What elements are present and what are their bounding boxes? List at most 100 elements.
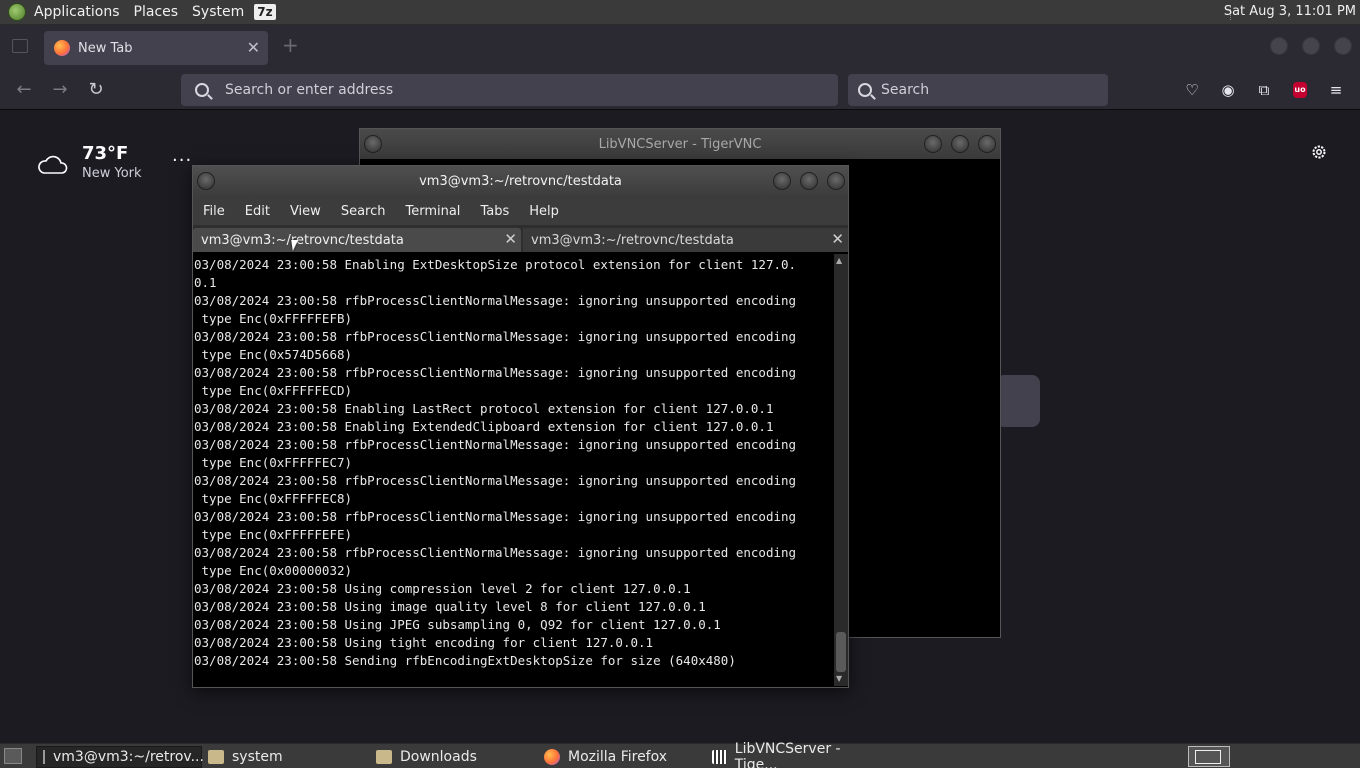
scroll-up-icon[interactable]: ▲ xyxy=(836,256,842,265)
terminal-line: 03/08/2024 23:00:58 Enabling ExtDesktopS… xyxy=(194,257,797,272)
top-site-tile[interactable] xyxy=(996,375,1040,427)
close-window-button[interactable] xyxy=(978,135,996,153)
firefox-icon xyxy=(544,749,560,765)
scroll-down-icon[interactable]: ▼ xyxy=(836,674,842,683)
weather-menu-button[interactable]: ··· xyxy=(172,150,192,171)
close-icon[interactable]: ✕ xyxy=(504,230,517,248)
terminal-icon xyxy=(43,750,45,764)
firefox-view-icon[interactable] xyxy=(12,39,28,53)
weather-temperature: 73°F xyxy=(82,143,129,164)
extensions-icon[interactable]: ⧉ xyxy=(1254,80,1274,100)
folder-icon xyxy=(376,750,392,764)
firefox-nav-bar: ← → ↻ Search or enter address Search ♡ ◉… xyxy=(0,70,1360,110)
cloud-icon xyxy=(38,155,68,174)
terminal-line: 03/08/2024 23:00:58 Enabling LastRect pr… xyxy=(194,401,774,416)
account-icon[interactable]: ◉ xyxy=(1218,80,1238,100)
url-bar[interactable]: Search or enter address xyxy=(181,74,838,106)
terminal-line: 03/08/2024 23:00:58 Using compression le… xyxy=(194,581,691,596)
vnc-titlebar[interactable]: LibVNCServer - TigerVNC xyxy=(360,129,1000,159)
reload-icon[interactable]: ↻ xyxy=(84,78,108,102)
menu-view[interactable]: View xyxy=(290,204,321,219)
mouse-cursor-icon xyxy=(291,240,300,251)
terminal-window[interactable]: vm3@vm3:~/retrovnc/testdata File Edit Vi… xyxy=(192,165,849,688)
terminal-line: type Enc(0xFFFFFEC7) xyxy=(194,455,353,470)
search-input[interactable]: Search xyxy=(881,82,929,98)
hamburger-menu-icon[interactable]: ≡ xyxy=(1326,80,1346,100)
terminal-tab-label: vm3@vm3:~/retrovnc/testdata xyxy=(201,232,404,248)
window-menu-button[interactable] xyxy=(197,172,215,190)
terminal-titlebar[interactable]: vm3@vm3:~/retrovnc/testdata xyxy=(193,166,848,197)
menu-help[interactable]: Help xyxy=(529,204,559,219)
menu-file[interactable]: File xyxy=(203,204,225,219)
terminal-line: 03/08/2024 23:00:58 Using image quality … xyxy=(194,599,706,614)
minimize-button[interactable] xyxy=(924,135,942,153)
new-tab-button[interactable]: + xyxy=(282,33,299,57)
tab-new-tab[interactable]: New Tab ✕ xyxy=(44,31,268,65)
tab-close-icon[interactable]: ✕ xyxy=(247,38,260,57)
mate-logo-icon[interactable] xyxy=(8,3,26,21)
maximize-button[interactable] xyxy=(1302,37,1320,55)
task-system-folder[interactable]: system xyxy=(202,746,368,768)
vnc-window-title: LibVNCServer - TigerVNC xyxy=(598,136,762,152)
terminal-line: 03/08/2024 23:00:58 rfbProcessClientNorm… xyxy=(194,509,797,524)
terminal-line: 03/08/2024 23:00:58 rfbProcessClientNorm… xyxy=(194,545,797,560)
top-panel: Applications Places System 7z Sat Aug 3,… xyxy=(0,0,1360,25)
firefox-tab-bar: New Tab ✕ + xyxy=(0,25,1360,70)
terminal-line: 03/08/2024 23:00:58 rfbProcessClientNorm… xyxy=(194,329,797,344)
ublock-origin-icon[interactable]: uo xyxy=(1293,82,1307,98)
workspace-switcher[interactable] xyxy=(1188,746,1230,767)
terminal-line: type Enc(0xFFFFFEC8) xyxy=(194,491,353,506)
terminal-line: 0.1 xyxy=(194,275,217,290)
applications-menu[interactable]: Applications xyxy=(34,4,120,20)
pocket-icon[interactable]: ♡ xyxy=(1182,80,1202,100)
task-downloads-folder[interactable]: Downloads xyxy=(370,746,536,768)
task-label: LibVNCServer - Tige... xyxy=(734,741,841,768)
menu-tabs[interactable]: Tabs xyxy=(480,204,509,219)
terminal-line: type Enc(0x00000032) xyxy=(194,563,353,578)
terminal-line: type Enc(0xFFFFFECD) xyxy=(194,383,353,398)
vnc-icon xyxy=(712,750,727,764)
tab-title: New Tab xyxy=(78,40,133,56)
search-icon xyxy=(858,83,872,97)
task-firefox[interactable]: Mozilla Firefox xyxy=(538,746,704,768)
forward-icon[interactable]: → xyxy=(48,78,72,102)
gear-icon[interactable] xyxy=(1310,143,1328,161)
places-menu[interactable]: Places xyxy=(134,4,179,20)
terminal-window-title: vm3@vm3:~/retrovnc/testdata xyxy=(419,174,622,189)
terminal-output[interactable]: 03/08/2024 23:00:58 Enabling ExtDesktopS… xyxy=(194,254,834,686)
task-tigervnc[interactable]: LibVNCServer - Tige... xyxy=(706,741,876,768)
system-menu[interactable]: System xyxy=(192,4,244,20)
close-window-button[interactable] xyxy=(827,172,845,190)
maximize-button[interactable] xyxy=(951,135,969,153)
weather-widget[interactable]: 73°F New York xyxy=(36,143,142,181)
terminal-line: 03/08/2024 23:00:58 Enabling ExtendedCli… xyxy=(194,419,774,434)
maximize-button[interactable] xyxy=(800,172,818,190)
minimize-button[interactable] xyxy=(773,172,791,190)
minimize-button[interactable] xyxy=(1270,37,1288,55)
terminal-line: type Enc(0xFFFFFEFE) xyxy=(194,527,353,542)
menu-terminal[interactable]: Terminal xyxy=(405,204,460,219)
clock[interactable]: Sat Aug 3, 11:01 PM xyxy=(1224,4,1356,19)
url-input[interactable]: Search or enter address xyxy=(225,82,393,98)
search-icon xyxy=(195,83,209,97)
terminal-scrollbar[interactable]: ▲ ▼ xyxy=(834,254,848,686)
terminal-tab-1[interactable]: vm3@vm3:~/retrovnc/testdata ✕ xyxy=(193,228,521,252)
task-label: Mozilla Firefox xyxy=(568,749,668,765)
terminal-line: 03/08/2024 23:00:58 rfbProcessClientNorm… xyxy=(194,473,797,488)
terminal-line: 03/08/2024 23:00:58 Using JPEG subsampli… xyxy=(194,617,721,632)
7zip-launcher-icon[interactable]: 7z xyxy=(254,4,276,20)
menu-edit[interactable]: Edit xyxy=(245,204,270,219)
terminal-line: type Enc(0xFFFFFEFB) xyxy=(194,311,353,326)
search-bar[interactable]: Search xyxy=(848,74,1108,106)
menu-search[interactable]: Search xyxy=(341,204,386,219)
terminal-tab-2[interactable]: vm3@vm3:~/retrovnc/testdata ✕ xyxy=(523,228,848,252)
scrollbar-thumb[interactable] xyxy=(836,632,846,672)
back-icon[interactable]: ← xyxy=(12,78,36,102)
bottom-taskbar: vm3@vm3:~/retrov... system Downloads Moz… xyxy=(0,741,1360,768)
show-desktop-button[interactable] xyxy=(4,748,22,764)
close-icon[interactable]: ✕ xyxy=(831,230,844,248)
close-window-button[interactable] xyxy=(1334,37,1352,55)
task-terminal[interactable]: vm3@vm3:~/retrov... xyxy=(36,746,204,768)
terminal-line: 03/08/2024 23:00:58 rfbProcessClientNorm… xyxy=(194,293,797,308)
window-menu-button[interactable] xyxy=(364,135,382,153)
